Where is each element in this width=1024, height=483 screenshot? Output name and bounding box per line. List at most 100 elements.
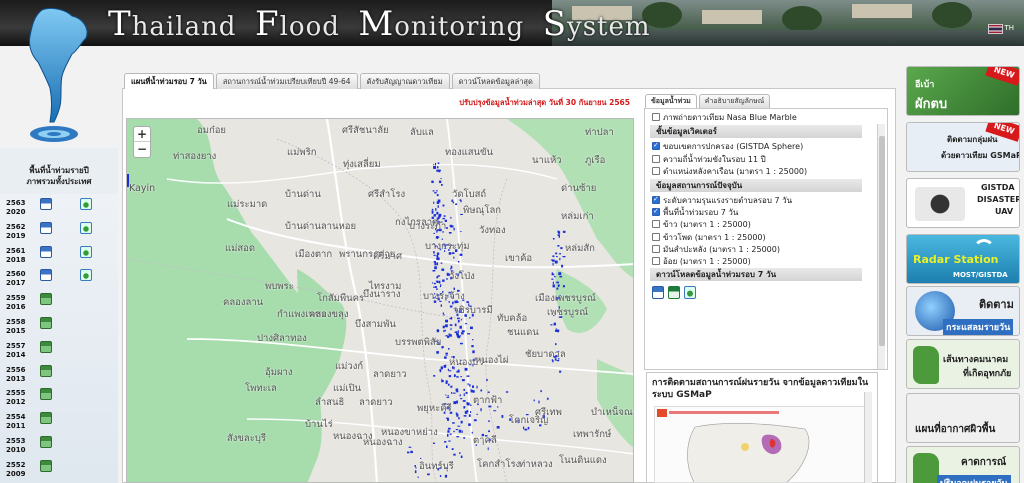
flood-pixel	[486, 379, 488, 381]
banner-gsmap-rain[interactable]: ติดตามกลุ่มฝน ด้วยดาวเทียม GSMaP NEW	[906, 122, 1020, 172]
layer-toggle[interactable]: ขอบเขตการปกครอง (GISTDA Sphere)	[652, 140, 803, 152]
flood-pixel	[452, 422, 455, 424]
banner-weather-map[interactable]: แผนที่อากาศผิวพื้น	[906, 393, 1020, 443]
map-place-label: อินทร์บุรี	[419, 461, 454, 472]
jpg-icon[interactable]	[40, 459, 52, 472]
jpg-icon[interactable]	[40, 293, 52, 306]
layer-section-header: ดาวน์โหลดข้อมูลน้ำท่วมรอบ 7 วัน	[650, 268, 862, 281]
shp-icon[interactable]	[40, 245, 52, 258]
banner-gistda-uav[interactable]: GISTDA DISASTER UAV	[906, 178, 1020, 228]
annual-flood-row: 2559 2016	[4, 291, 116, 313]
gsmap-scrollbar[interactable]	[864, 392, 872, 483]
map-place-label: ท่าหลวง	[519, 459, 553, 470]
flood-pixel	[444, 356, 447, 359]
map-place-label: ลับแล	[410, 127, 434, 138]
gsmap-caption	[669, 411, 779, 414]
layer-checkbox[interactable]	[652, 155, 660, 163]
flood-pixel	[448, 333, 451, 335]
kmz-download-icon[interactable]	[684, 286, 696, 299]
map-place-label: คลองขลุง	[309, 309, 349, 320]
layer-checkbox[interactable]	[652, 206, 660, 217]
tab-flood-compare[interactable]: สถานการณ์น้ำท่วมเปรียบเทียบปี 49-64	[215, 73, 358, 89]
layer-toggle[interactable]: อ้อย (มาตรา 1 : 25000)	[652, 256, 751, 267]
map-place-label: สังขละบุรี	[227, 433, 266, 444]
layer-toggle[interactable]: ความถี่น้ำท่วมขังในรอบ 11 ปี	[652, 154, 766, 165]
flood-pixel	[433, 166, 436, 169]
jpg-icon[interactable]	[40, 412, 52, 425]
layer-toggle[interactable]: พื้นที่น้ำท่วมรอบ 7 วัน	[652, 206, 738, 218]
flood-pixel	[554, 276, 556, 278]
jpg-icon[interactable]	[40, 388, 52, 401]
flood-pixel	[457, 261, 460, 263]
shp-icon[interactable]	[40, 198, 52, 210]
tab-legend[interactable]: คำอธิบายสัญลักษณ์	[698, 94, 771, 108]
flood-pixel	[480, 408, 482, 412]
flood-pixel	[460, 455, 463, 458]
banner-wind-tracking[interactable]: ติดตาม กระแสลมรายวัน	[906, 286, 1020, 336]
gsmap-rain-map[interactable]	[654, 406, 868, 483]
layer-checkbox[interactable]	[652, 194, 660, 205]
layer-scrollbar[interactable]	[877, 124, 885, 369]
layer-toggle[interactable]: ข้าว (มาตรา 1 : 25000)	[652, 219, 751, 230]
tab-download-latest[interactable]: ดาวน์โหลดข้อมูลล่าสุด	[451, 73, 540, 89]
layer-checkbox[interactable]	[652, 220, 660, 228]
flood-pixel	[550, 259, 554, 261]
flood-pixel	[455, 323, 457, 327]
layer-checkbox[interactable]	[652, 140, 660, 151]
kmz-icon[interactable]	[80, 221, 92, 234]
flood-pixel	[559, 257, 561, 261]
jpg-icon[interactable]	[40, 340, 52, 353]
kmz-icon[interactable]	[80, 245, 92, 258]
layer-toggle[interactable]: ภาพถ่ายดาวเทียม Nasa Blue Marble	[652, 112, 797, 123]
excel-download-icon[interactable]	[668, 286, 680, 299]
layer-toggle[interactable]: ข้าวโพด (มาตรา 1 : 25000)	[652, 232, 766, 243]
layer-checkbox[interactable]	[652, 245, 660, 253]
download-icons	[652, 286, 696, 299]
shp-download-icon[interactable]	[652, 286, 664, 299]
layer-checkbox[interactable]	[652, 113, 660, 121]
layer-toggle[interactable]: ระดับความรุนแรงรายตำบลรอบ 7 วัน	[652, 194, 793, 206]
banner-water-hyacinth[interactable]: อีเบ้า ผักตบ NEW	[906, 66, 1020, 116]
flood-pixel	[472, 339, 474, 341]
flood-pixel	[433, 375, 436, 377]
zoom-out-button[interactable]: −	[134, 142, 150, 157]
jpg-icon[interactable]	[40, 436, 52, 448]
language-switch[interactable]: TH	[988, 24, 1014, 36]
tab-flood-7day[interactable]: แผนที่น้ำท่วมรอบ 7 วัน	[124, 73, 214, 89]
jpg-icon[interactable]	[40, 364, 52, 377]
layer-checkbox[interactable]	[652, 167, 660, 175]
banner-radar-station[interactable]: Radar Station MOST/GISTDA	[906, 234, 1020, 284]
flood-pixel	[444, 329, 446, 332]
flood-pixel	[434, 286, 437, 288]
gsmap-thumbnail	[655, 407, 867, 482]
shp-icon[interactable]	[40, 221, 52, 234]
year-th: 2557	[6, 341, 26, 350]
annual-flood-row: 2554 2011	[4, 410, 116, 432]
annual-flood-row: 2557 2014	[4, 339, 116, 361]
shp-icon[interactable]	[40, 269, 52, 282]
layer-checkbox[interactable]	[652, 233, 660, 241]
map-zoom-control: + −	[133, 126, 151, 158]
flood-pixel	[435, 280, 439, 282]
zoom-in-button[interactable]: +	[134, 127, 150, 142]
layer-checkbox[interactable]	[652, 257, 660, 265]
kmz-icon[interactable]	[80, 198, 92, 210]
layer-toggle[interactable]: มันสำปะหลัง (มาตรา 1 : 25000)	[652, 244, 780, 255]
kmz-icon[interactable]	[80, 269, 92, 282]
flood-pixel	[540, 390, 542, 393]
flood-pixel	[466, 402, 468, 405]
tab-flood-data[interactable]: ข้อมูลน้ำท่วม	[645, 94, 697, 108]
scroll-thumb[interactable]	[879, 136, 885, 346]
flood-map[interactable]: อมก๋อย ศรีสัชนาลัย ลับแล ท่าปลา แม่พริก ทองแส…	[126, 118, 634, 483]
flood-pixel	[470, 411, 472, 413]
layer-label: ระดับความรุนแรงรายตำบลรอบ 7 วัน	[663, 196, 793, 205]
jpg-icon[interactable]	[40, 317, 52, 329]
banner-flood-roads[interactable]: เส้นทางคมนาคม ที่เกิดอุทกภัย	[906, 339, 1020, 389]
map-place-label: Kayin	[129, 183, 156, 194]
flood-pixel	[460, 398, 463, 400]
thailand-map-icon	[913, 453, 939, 483]
flood-pixel	[437, 275, 441, 277]
tab-satellite-receiver[interactable]: ดังรับสัญญาณดาวเทียม	[359, 73, 450, 89]
banner-rain-forecast[interactable]: คาดการณ์ปริมาณฝนรายวัน	[906, 446, 1020, 483]
layer-toggle[interactable]: ตำแหน่งหลังคาเรือน (มาตรา 1 : 25000)	[652, 166, 807, 177]
